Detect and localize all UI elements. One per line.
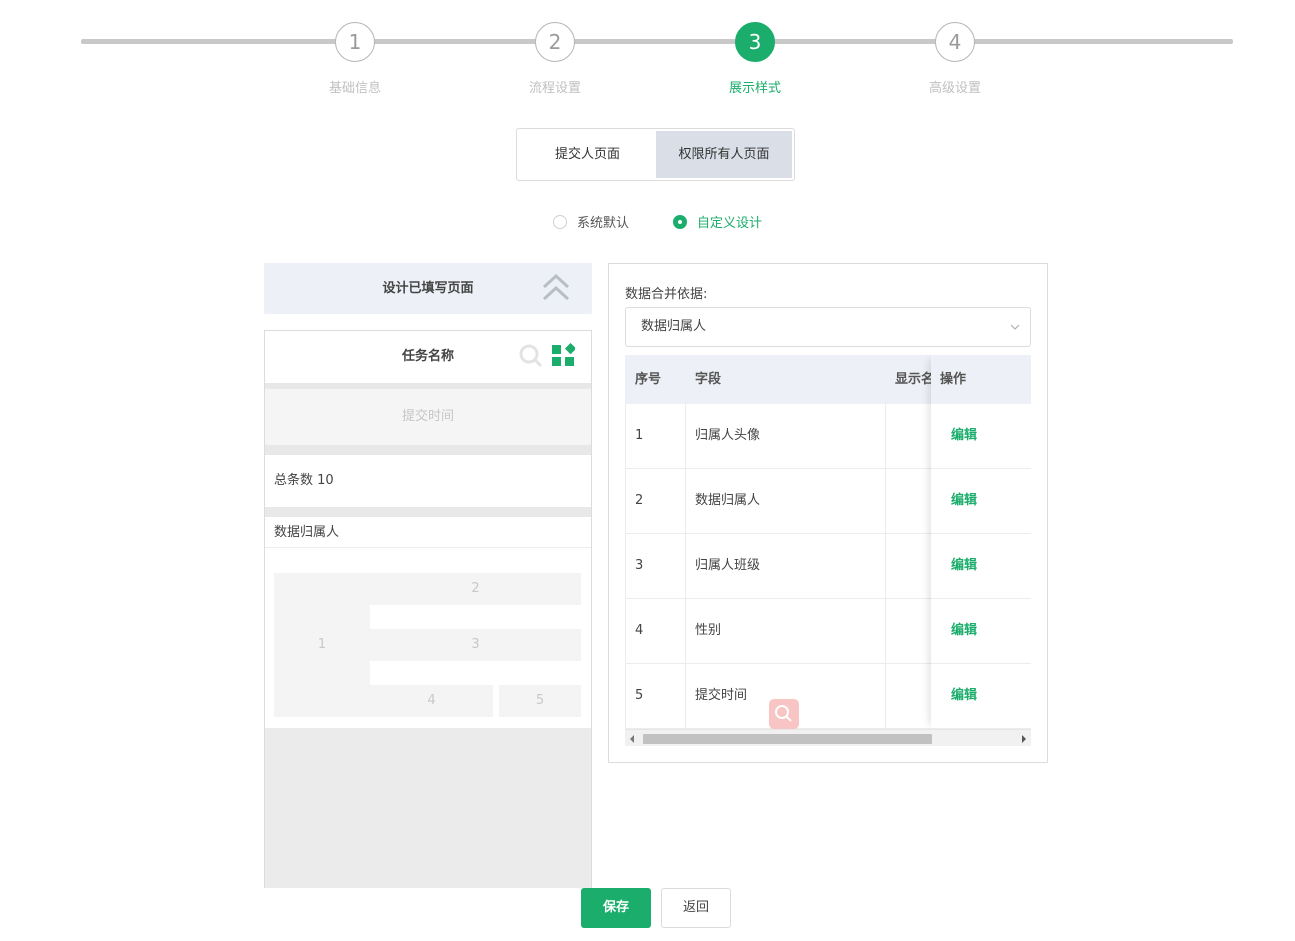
step-1-label: 基础信息 (328, 81, 381, 96)
step-progress-track (81, 39, 1233, 44)
layout-cell-1[interactable]: 1 (274, 573, 370, 717)
step-1[interactable]: 1 基础信息 (295, 22, 415, 96)
layout-cell-5[interactable]: 5 (499, 685, 581, 717)
step-3-label: 展示样式 (728, 81, 781, 96)
preview-task-bar: 任务名称 (265, 331, 591, 383)
radio-custom-design[interactable]: 自定义设计 (673, 212, 762, 231)
step-4-number: 4 (935, 22, 975, 62)
edit-link[interactable]: 编辑 (951, 688, 977, 703)
step-3[interactable]: 3 展示样式 (695, 22, 815, 96)
tab-owner-page[interactable]: 权限所有人页面 (656, 131, 792, 178)
radio-dot-checked (673, 214, 688, 229)
action-cell: 编辑 (931, 404, 1031, 469)
row-index: 1 (635, 428, 644, 443)
field-config-panel: 数据合并依据: 数据归属人 序号 字段 显示名 1 归属人头像 2 数据归属人 … (608, 263, 1048, 763)
step-1-number: 1 (335, 22, 375, 62)
step-progress: 1 基础信息 2 流程设置 3 展示样式 4 高级设置 (0, 0, 1295, 110)
tab-submitter-page[interactable]: 提交人页面 (519, 131, 656, 178)
column-index-header: 序号 (635, 372, 662, 387)
layout-cell-4[interactable]: 4 (370, 685, 493, 717)
scroll-right-icon[interactable] (1022, 735, 1026, 743)
edit-link[interactable]: 编辑 (951, 428, 977, 443)
edit-link[interactable]: 编辑 (951, 493, 977, 508)
row-field: 性别 (695, 623, 722, 638)
column-action-header: 操作 (931, 355, 1031, 404)
row-index: 3 (635, 558, 644, 573)
page-type-tabs: 提交人页面 权限所有人页面 (516, 128, 795, 181)
radio-system-default[interactable]: 系统默认 (553, 212, 629, 231)
merge-basis-select[interactable]: 数据归属人 (625, 307, 1031, 347)
merge-basis-label: 数据合并依据: (625, 287, 708, 302)
layout-cell-2[interactable]: 2 (370, 573, 581, 605)
collapse-up-icon[interactable] (542, 273, 570, 303)
row-field: 提交时间 (695, 688, 748, 703)
search-icon (775, 705, 792, 722)
preview-submit-time: 提交时间 (265, 389, 591, 445)
row-field: 数据归属人 (695, 493, 761, 508)
row-index: 5 (635, 688, 644, 703)
field-table: 序号 字段 显示名 1 归属人头像 2 数据归属人 3 归属人班级 4 性别 5… (625, 355, 1031, 746)
scrollbar-thumb[interactable] (643, 734, 932, 744)
scroll-left-icon[interactable] (630, 735, 634, 743)
preview-card-layout: 1 2 3 4 5 (265, 548, 591, 728)
step-2-number: 2 (535, 22, 575, 62)
action-cell: 编辑 (931, 599, 1031, 664)
row-field: 归属人班级 (695, 558, 761, 573)
design-mode-radios: 系统默认 自定义设计 (553, 212, 806, 231)
radio-custom-design-label: 自定义设计 (697, 216, 763, 231)
column-display-header: 显示名 (895, 372, 935, 387)
preview-divider (265, 445, 591, 455)
step-3-number: 3 (735, 22, 775, 62)
action-column: 操作 编辑 编辑 编辑 编辑 编辑 (931, 355, 1031, 729)
column-field-header: 字段 (695, 372, 722, 387)
design-panel-header: 设计已填写页面 (264, 263, 592, 314)
design-preview: 任务名称 提交时间 总条数 10 数据归属人 1 2 3 4 5 (264, 330, 592, 888)
chevron-down-icon (1010, 324, 1020, 330)
floating-search-button[interactable] (769, 699, 799, 729)
preview-empty-area (265, 728, 591, 888)
back-button[interactable]: 返回 (661, 888, 731, 928)
layout-cell-3[interactable]: 3 (370, 629, 581, 661)
preview-total-count: 总条数 10 (265, 455, 591, 507)
action-cell: 编辑 (931, 664, 1031, 729)
apps-grid-icon[interactable] (551, 343, 575, 367)
action-cell: 编辑 (931, 469, 1031, 534)
save-button[interactable]: 保存 (581, 888, 651, 928)
step-4-label: 高级设置 (928, 81, 981, 96)
step-4[interactable]: 4 高级设置 (895, 22, 1015, 96)
radio-system-default-label: 系统默认 (577, 216, 630, 231)
row-field: 归属人头像 (695, 428, 761, 443)
horizontal-scrollbar[interactable] (625, 729, 1031, 746)
row-index: 4 (635, 623, 644, 638)
preview-divider (265, 507, 591, 517)
edit-link[interactable]: 编辑 (951, 623, 977, 638)
radio-dot-unchecked (553, 214, 567, 229)
row-index: 2 (635, 493, 644, 508)
merge-basis-value: 数据归属人 (641, 319, 707, 334)
edit-link[interactable]: 编辑 (951, 558, 977, 573)
search-icon[interactable] (519, 344, 543, 368)
action-cell: 编辑 (931, 534, 1031, 599)
step-2[interactable]: 2 流程设置 (495, 22, 615, 96)
step-2-label: 流程设置 (528, 81, 581, 96)
preview-owner-title: 数据归属人 (265, 517, 591, 548)
